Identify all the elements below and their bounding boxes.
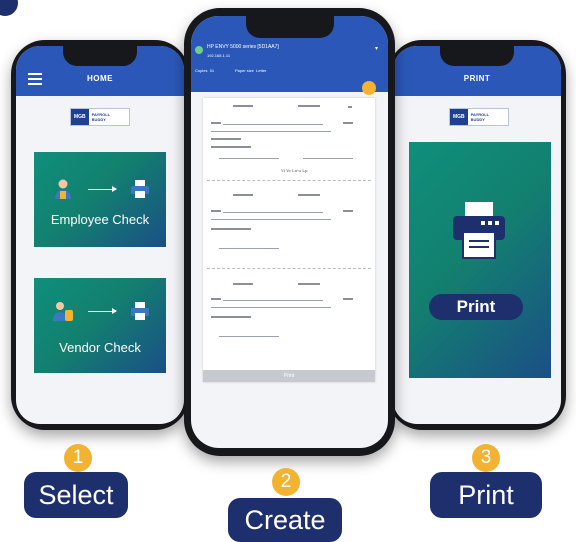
left-phone: HOME MGB PAYROLL BUDDY Employee Check Ve…: [11, 40, 189, 430]
step-1-badge: 1: [64, 444, 92, 472]
vendor-check-label: Vendor Check: [59, 340, 141, 355]
printer-icon: [195, 46, 203, 54]
employee-icon: [55, 179, 71, 199]
check-preview-page: Yi Ye Lu'u Lp: [203, 98, 375, 382]
payroll-buddy-logo: MGB PAYROLL BUDDY: [70, 108, 130, 126]
signature: Yi Ye Lu'u Lp: [281, 168, 308, 173]
step-select-label: Select: [24, 472, 128, 518]
print-card: Print: [409, 142, 551, 378]
print-fab-icon[interactable]: [362, 81, 376, 95]
step-2-badge: 2: [272, 468, 300, 496]
copies-setting[interactable]: Copies 01: [195, 68, 214, 73]
print-button[interactable]: Print: [429, 294, 523, 320]
right-phone-screen: PRINT MGB PAYROLL BUDDY Print: [393, 46, 561, 424]
vendor-check-card[interactable]: Vendor Check: [34, 278, 166, 373]
print-title: PRINT: [463, 74, 491, 83]
phone-notch: [63, 46, 137, 66]
phone-notch: [245, 16, 334, 38]
employee-check-card[interactable]: Employee Check: [34, 152, 166, 247]
step-select: Select 1: [24, 444, 134, 524]
step-create-label: Create: [228, 498, 342, 542]
step-print: Print 3: [430, 444, 550, 524]
step-create: Create 2: [228, 468, 348, 542]
printer-name[interactable]: HP ENVY 5000 series [5D1AA7]: [207, 44, 279, 50]
vendor-icon: [53, 302, 73, 321]
printer-icon: [131, 180, 149, 198]
step-print-label: Print: [430, 472, 542, 518]
corner-badge: [0, 0, 18, 16]
home-title: HOME: [87, 74, 113, 83]
printer-icon: [453, 202, 505, 259]
chevron-down-icon[interactable]: ▾: [375, 45, 378, 52]
printer-ip: 192.168.1.11: [207, 53, 231, 58]
phone-notch: [440, 46, 514, 66]
step-3-badge: 3: [472, 444, 500, 472]
middle-phone: HP ENVY 5000 series [5D1AA7] 192.168.1.1…: [184, 8, 395, 456]
paper-size-setting[interactable]: Paper size Letter: [235, 68, 266, 73]
left-phone-screen: HOME MGB PAYROLL BUDDY Employee Check Ve…: [16, 46, 184, 424]
print-bottom-bar[interactable]: Print: [203, 370, 375, 382]
middle-phone-screen: HP ENVY 5000 series [5D1AA7] 192.168.1.1…: [191, 16, 388, 448]
employee-check-label: Employee Check: [50, 212, 150, 227]
payroll-buddy-logo: MGB PAYROLL BUDDY: [449, 108, 509, 126]
printer-icon: [131, 302, 149, 320]
right-phone: PRINT MGB PAYROLL BUDDY Print: [388, 40, 566, 430]
